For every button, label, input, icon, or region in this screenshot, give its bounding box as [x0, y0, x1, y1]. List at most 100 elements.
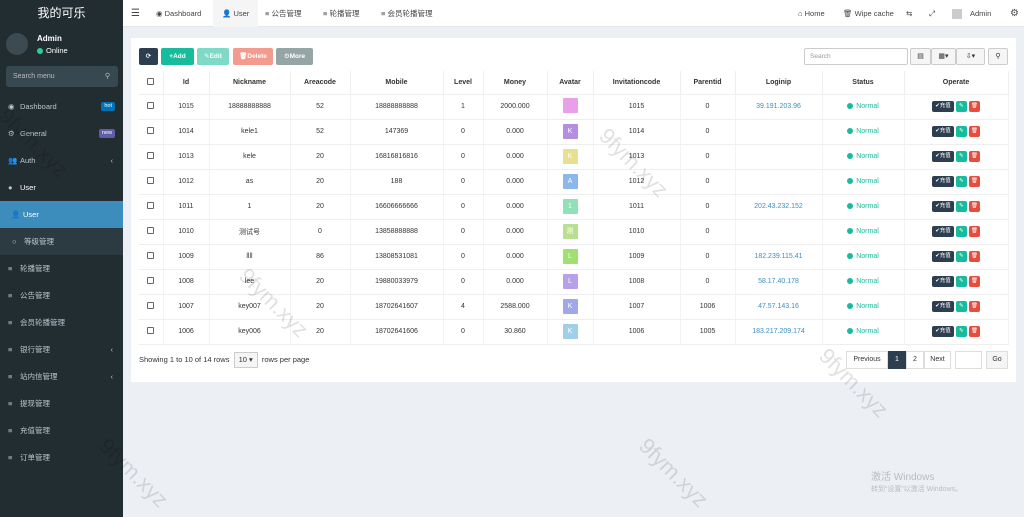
row-checkbox[interactable] [139, 319, 164, 345]
sidebar-item-notice[interactable]: ≡ 公告管理 [0, 282, 123, 309]
cell-avatar[interactable]: K [547, 319, 594, 345]
row-checkbox[interactable] [139, 244, 164, 270]
recharge-button[interactable]: ✔充值 [932, 226, 954, 237]
recharge-button[interactable]: ✔充值 [932, 151, 954, 162]
admin-avatar[interactable] [952, 0, 962, 27]
refresh-button[interactable]: ⟳ [139, 48, 158, 65]
row-checkbox[interactable] [139, 94, 164, 120]
search-icon[interactable]: ⚲ [105, 66, 110, 87]
sidebar-item-carousel[interactable]: ≡ 轮播管理 [0, 255, 123, 282]
row-edit-button[interactable]: ✎ [955, 176, 967, 187]
row-delete-button[interactable]: 🗑 [968, 226, 980, 237]
row-checkbox[interactable] [139, 269, 164, 295]
tab-dashboard[interactable]: ◉ Dashboard [156, 0, 201, 27]
avatar-image[interactable]: K [562, 124, 578, 139]
sidebar-item-auth[interactable]: 👥 Auth ‹ [0, 147, 123, 174]
add-button[interactable]: +Add [161, 48, 194, 65]
page-size-select[interactable]: 10 ▾ [233, 352, 258, 368]
sidebar-item-order[interactable]: ≡ 订单管理 [0, 444, 123, 471]
row-edit-button[interactable]: ✎ [955, 126, 967, 137]
cell-avatar[interactable]: K [547, 294, 594, 320]
loginip-link[interactable]: 39.191.203.96 [756, 103, 801, 110]
row-delete-button[interactable]: 🗑 [968, 101, 980, 112]
sidebar-item-user[interactable]: 👤 User [0, 201, 123, 228]
previous-page-button[interactable]: Previous [846, 351, 888, 369]
table-search-input[interactable]: Search [804, 48, 908, 65]
tab-member-carousel[interactable]: ≡ 会员轮播管理 [381, 0, 432, 27]
cell-avatar[interactable]: K [547, 119, 594, 145]
row-checkbox[interactable] [139, 119, 164, 145]
loginip-link[interactable]: 182.239.115.41 [754, 253, 802, 260]
cell-avatar[interactable]: L [547, 244, 594, 270]
row-edit-button[interactable]: ✎ [955, 276, 967, 287]
avatar-image[interactable]: 测 [562, 224, 578, 239]
sidebar-item-dashboard[interactable]: ◉ Dashboard hot [0, 93, 123, 120]
avatar-image[interactable]: L [562, 249, 578, 264]
cell-avatar[interactable]: 1 [547, 194, 594, 220]
sidebar-item-general[interactable]: ⚙ General new [0, 120, 123, 147]
row-edit-button[interactable]: ✎ [955, 101, 967, 112]
avatar-image[interactable]: 1 [562, 199, 578, 214]
wipe-cache-button[interactable]: 🗑 Wipe cache [843, 0, 894, 27]
avatar-image[interactable]: K [562, 299, 578, 314]
row-delete-button[interactable]: 🗑 [968, 176, 980, 187]
loginip-link[interactable]: 58.17.40.178 [758, 278, 799, 285]
avatar-image[interactable] [562, 98, 578, 113]
hamburger-menu-icon[interactable]: ☰ [131, 0, 140, 27]
row-edit-button[interactable]: ✎ [955, 251, 967, 262]
loginip-link[interactable]: 183.217.209.174 [752, 328, 805, 335]
col-header[interactable]: Id [163, 71, 210, 95]
avatar-image[interactable]: K [562, 149, 578, 164]
row-checkbox[interactable] [139, 144, 164, 170]
page-1-button[interactable]: 1 [888, 351, 906, 369]
row-edit-button[interactable]: ✎ [955, 226, 967, 237]
next-page-button[interactable]: Next [924, 351, 951, 369]
sidebar-item-bank[interactable]: ≡ 银行管理 ‹ [0, 336, 123, 363]
recharge-button[interactable]: ✔充值 [932, 326, 954, 337]
row-edit-button[interactable]: ✎ [955, 326, 967, 337]
page-2-button[interactable]: 2 [906, 351, 924, 369]
avatar-image[interactable]: L [562, 274, 578, 289]
admin-menu[interactable]: Admin [970, 0, 991, 27]
row-delete-button[interactable]: 🗑 [968, 201, 980, 212]
search-toggle-icon[interactable]: ⚲ [988, 48, 1008, 65]
home-link[interactable]: ⌂ Home [798, 0, 825, 27]
row-checkbox[interactable] [139, 169, 164, 195]
brand-logo[interactable]: 我的可乐 [0, 0, 123, 27]
tab-user[interactable]: 👤 User [213, 0, 259, 27]
sidebar-item-recharge[interactable]: ≡ 充值管理 [0, 417, 123, 444]
export-icon[interactable]: ⇩▾ [956, 48, 985, 65]
sidebar-item-withdraw[interactable]: ≡ 提现管理 [0, 390, 123, 417]
edit-button[interactable]: ✎Edit [197, 48, 229, 65]
row-delete-button[interactable]: 🗑 [968, 251, 980, 262]
row-edit-button[interactable]: ✎ [955, 301, 967, 312]
cell-avatar[interactable] [547, 94, 594, 120]
toggle-view-icon[interactable]: ▤ [910, 48, 931, 65]
select-all-checkbox[interactable] [139, 71, 164, 95]
sidebar-item-user-group[interactable]: ● User [0, 174, 123, 201]
cell-avatar[interactable]: A [547, 169, 594, 195]
row-delete-button[interactable]: 🗑 [968, 326, 980, 337]
columns-icon[interactable]: ▦▾ [931, 48, 956, 65]
tab-notice[interactable]: ≡ 公告管理 [265, 0, 301, 27]
sidebar-item-message[interactable]: ≡ 站内信管理 ‹ [0, 363, 123, 390]
goto-page-input[interactable] [955, 351, 982, 369]
cell-avatar[interactable]: 测 [547, 219, 594, 245]
recharge-button[interactable]: ✔充值 [932, 201, 954, 212]
cell-avatar[interactable]: L [547, 269, 594, 295]
row-checkbox[interactable] [139, 194, 164, 220]
loginip-link[interactable]: 202.43.232.152 [754, 203, 803, 210]
recharge-button[interactable]: ✔充值 [932, 251, 954, 262]
delete-button[interactable]: 🗑Delete [233, 48, 273, 65]
row-delete-button[interactable]: 🗑 [968, 301, 980, 312]
row-edit-button[interactable]: ✎ [955, 201, 967, 212]
avatar-image[interactable]: A [562, 174, 578, 189]
recharge-button[interactable]: ✔充值 [932, 126, 954, 137]
row-delete-button[interactable]: 🗑 [968, 151, 980, 162]
sidebar-search-input[interactable]: Search menu ⚲ [6, 66, 118, 87]
loginip-link[interactable]: 47.57.143.16 [758, 303, 799, 310]
recharge-button[interactable]: ✔充值 [932, 176, 954, 187]
row-checkbox[interactable] [139, 294, 164, 320]
avatar-image[interactable]: K [562, 324, 578, 339]
recharge-button[interactable]: ✔充值 [932, 276, 954, 287]
